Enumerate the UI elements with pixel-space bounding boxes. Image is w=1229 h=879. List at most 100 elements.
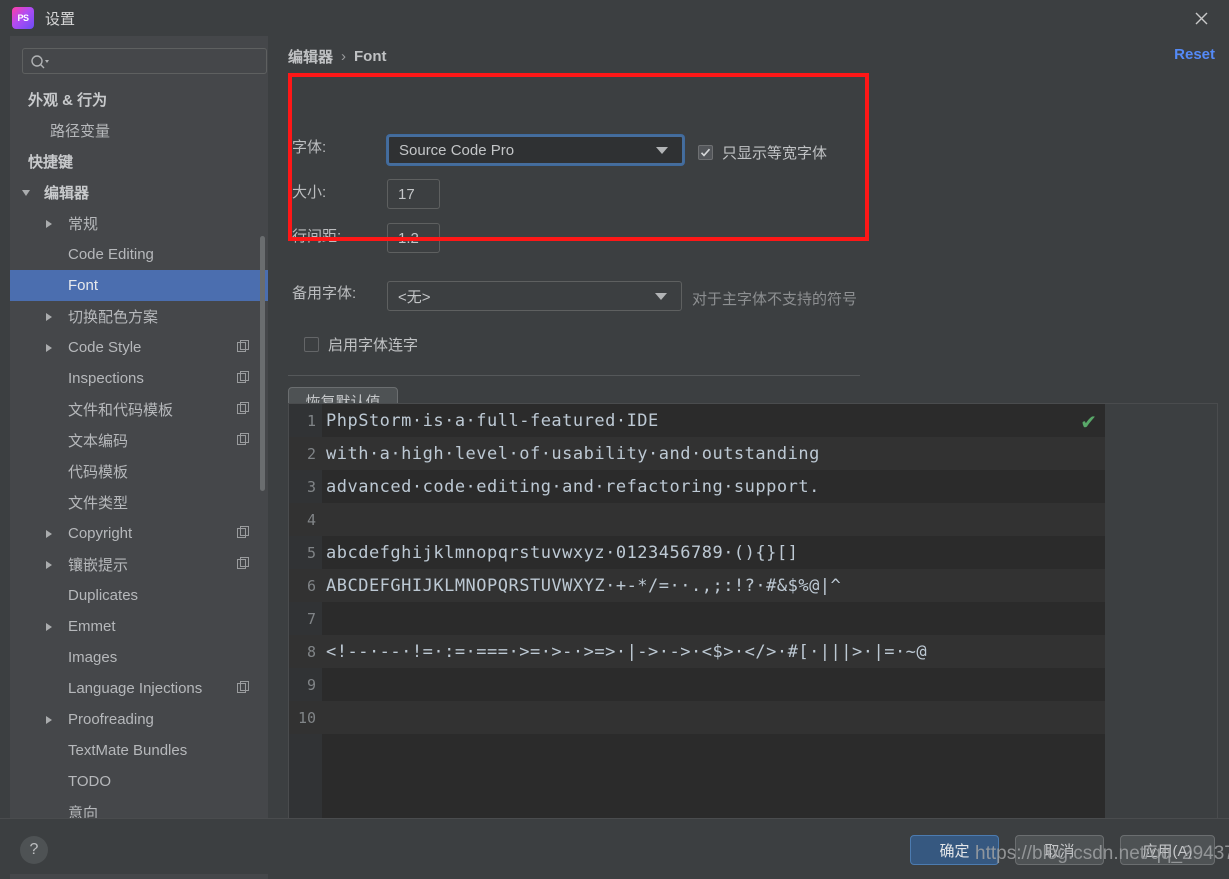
- line-number: 7: [306, 609, 316, 628]
- sidebar-item-[interactable]: 路径变量: [10, 115, 268, 146]
- apply-button[interactable]: 应用(A): [1120, 835, 1215, 865]
- line-number: 5: [306, 543, 316, 562]
- settings-main-panel: 编辑器 › Font Reset 字体: Source Code Pro 只显示…: [270, 36, 1229, 838]
- copy-config-icon[interactable]: [237, 402, 250, 415]
- sidebar-item-images[interactable]: Images: [10, 642, 268, 673]
- line-text: ABCDEFGHIJKLMNOPQRSTUVWXYZ·+-*/=··.,;:!?…: [326, 575, 842, 596]
- line-number: 3: [306, 477, 316, 496]
- chevron-right-icon[interactable]: [46, 560, 52, 569]
- sidebar-item-label: 外观 & 行为: [28, 92, 108, 109]
- sidebar-item-label: Language Injections: [68, 680, 203, 697]
- sidebar-item-font[interactable]: Font: [10, 270, 268, 301]
- ligatures-checkbox[interactable]: 启用字体连字: [304, 334, 418, 355]
- sidebar-item-[interactable]: 镶嵌提示: [10, 549, 268, 580]
- sidebar-item-[interactable]: 文本编码: [10, 425, 268, 456]
- sidebar-item-todo[interactable]: TODO: [10, 766, 268, 797]
- settings-dialog: PS 设置 外观 & 行为 路径变量 快捷键 编辑器 常规 Code Editing Fon…: [0, 0, 1229, 879]
- sidebar-item-[interactable]: 编辑器: [10, 177, 268, 208]
- breadcrumb-separator-icon: ›: [341, 48, 347, 65]
- chevron-right-icon[interactable]: [46, 715, 52, 724]
- chevron-right-icon[interactable]: [46, 343, 52, 352]
- sidebar-item-label: 代码模板: [68, 464, 129, 481]
- sidebar-item-label: Code Editing: [68, 246, 154, 263]
- chevron-right-icon[interactable]: [46, 529, 52, 538]
- settings-tree: 外观 & 行为路径变量快捷键编辑器常规 Code Editing Font 切换配色方…: [10, 84, 268, 818]
- sidebar-item-label: Code Style: [68, 339, 142, 356]
- reset-link[interactable]: Reset: [1174, 46, 1215, 63]
- editor-line: 7: [289, 602, 1217, 635]
- line-height-label: 行间距:: [292, 228, 342, 245]
- monospace-only-checkbox[interactable]: 只显示等宽字体: [698, 142, 827, 163]
- fallback-font-hint: 对于主字体不支持的符号: [692, 291, 858, 308]
- line-number: 1: [306, 411, 316, 430]
- search-input[interactable]: [55, 49, 260, 73]
- sidebar-item-language-injections[interactable]: Language Injections: [10, 673, 268, 704]
- sidebar-item-label: Proofreading: [68, 711, 154, 728]
- font-size-input[interactable]: 17: [387, 179, 440, 209]
- copy-config-icon[interactable]: [237, 681, 250, 694]
- close-icon[interactable]: [1187, 5, 1215, 31]
- help-button[interactable]: ?: [20, 836, 48, 864]
- sidebar-item-[interactable]: 意向: [10, 797, 268, 818]
- copy-config-icon[interactable]: [237, 371, 250, 384]
- ok-button[interactable]: 确定: [910, 835, 999, 865]
- sidebar-item-[interactable]: 代码模板: [10, 456, 268, 487]
- sidebar-item-label: Copyright: [68, 525, 133, 542]
- editor-right-strip: [1105, 404, 1217, 837]
- chevron-right-icon[interactable]: [46, 312, 52, 321]
- copy-config-icon[interactable]: [237, 340, 250, 353]
- line-height-value: 1.2: [398, 229, 419, 247]
- fallback-font-combobox[interactable]: <无>: [387, 281, 682, 311]
- sidebar-item-[interactable]: 常规: [10, 208, 268, 239]
- size-row: 大小:: [292, 181, 362, 202]
- sidebar-item-inspections[interactable]: Inspections: [10, 363, 268, 394]
- sidebar-item-copyright[interactable]: Copyright: [10, 518, 268, 549]
- sidebar-item-label: 常规: [68, 216, 99, 233]
- monospace-only-label: 只显示等宽字体: [722, 145, 828, 162]
- font-preview-editor[interactable]: 1 PhpStorm·is·a·full-featured·IDE 2 with·a·…: [288, 403, 1218, 838]
- sidebar-item-label: Font: [68, 277, 99, 294]
- sidebar-item-code-style[interactable]: Code Style: [10, 332, 268, 363]
- app-icon-text: PS: [17, 13, 29, 23]
- cancel-button[interactable]: 取消: [1015, 835, 1104, 865]
- sidebar-item-[interactable]: 外观 & 行为: [10, 84, 268, 115]
- sidebar-item-duplicates[interactable]: Duplicates: [10, 580, 268, 611]
- sidebar-item-proofreading[interactable]: Proofreading: [10, 704, 268, 735]
- sidebar-item-code-editing[interactable]: Code Editing: [10, 239, 268, 270]
- breadcrumb-parent[interactable]: 编辑器: [288, 46, 333, 67]
- chevron-down-icon[interactable]: [22, 189, 30, 196]
- sidebar-item-[interactable]: 文件和代码模板: [10, 394, 268, 425]
- breadcrumb: 编辑器 › Font: [288, 46, 387, 67]
- sidebar-item-label: 编辑器: [44, 185, 90, 202]
- copy-config-icon[interactable]: [237, 557, 250, 570]
- font-size-value: 17: [398, 185, 415, 203]
- search-box[interactable]: [22, 48, 267, 74]
- sidebar-scrollbar[interactable]: [260, 236, 265, 491]
- sidebar-item-textmate-bundles[interactable]: TextMate Bundles: [10, 735, 268, 766]
- sidebar-item-[interactable]: 切换配色方案: [10, 301, 268, 332]
- phpstorm-icon: PS: [12, 7, 34, 29]
- sidebar-item-emmet[interactable]: Emmet: [10, 611, 268, 642]
- sidebar-item-label: Inspections: [68, 370, 144, 387]
- sidebar-item-label: 文本编码: [68, 433, 129, 450]
- sidebar-item-label: 文件和代码模板: [68, 402, 174, 419]
- chevron-down-icon: [656, 146, 668, 154]
- copy-config-icon[interactable]: [237, 526, 250, 539]
- editor-line: 6 ABCDEFGHIJKLMNOPQRSTUVWXYZ·+-*/=··.,;:!…: [289, 569, 1217, 602]
- line-height-input[interactable]: 1.2: [387, 223, 440, 253]
- editor-line: 9: [289, 668, 1217, 701]
- sidebar-item-[interactable]: 文件类型: [10, 487, 268, 518]
- font-label: 字体:: [292, 139, 327, 156]
- font-family-combobox[interactable]: Source Code Pro: [387, 135, 684, 165]
- sidebar-item-label: 快捷键: [28, 154, 74, 171]
- chevron-right-icon[interactable]: [46, 622, 52, 631]
- sidebar-item-[interactable]: 快捷键: [10, 146, 268, 177]
- fallback-font-label: 备用字体:: [292, 285, 357, 302]
- chevron-right-icon[interactable]: [46, 219, 52, 228]
- copy-config-icon[interactable]: [237, 433, 250, 446]
- editor-line: 3 advanced·code·editing·and·refactoring·s…: [289, 470, 1217, 503]
- line-text: PhpStorm·is·a·full-featured·IDE: [326, 410, 659, 431]
- title-bar: PS 设置: [0, 0, 1229, 36]
- editor-line: 2 with·a·high·level·of·usability·and·outs…: [289, 437, 1217, 470]
- sidebar-item-label: Images: [68, 649, 118, 666]
